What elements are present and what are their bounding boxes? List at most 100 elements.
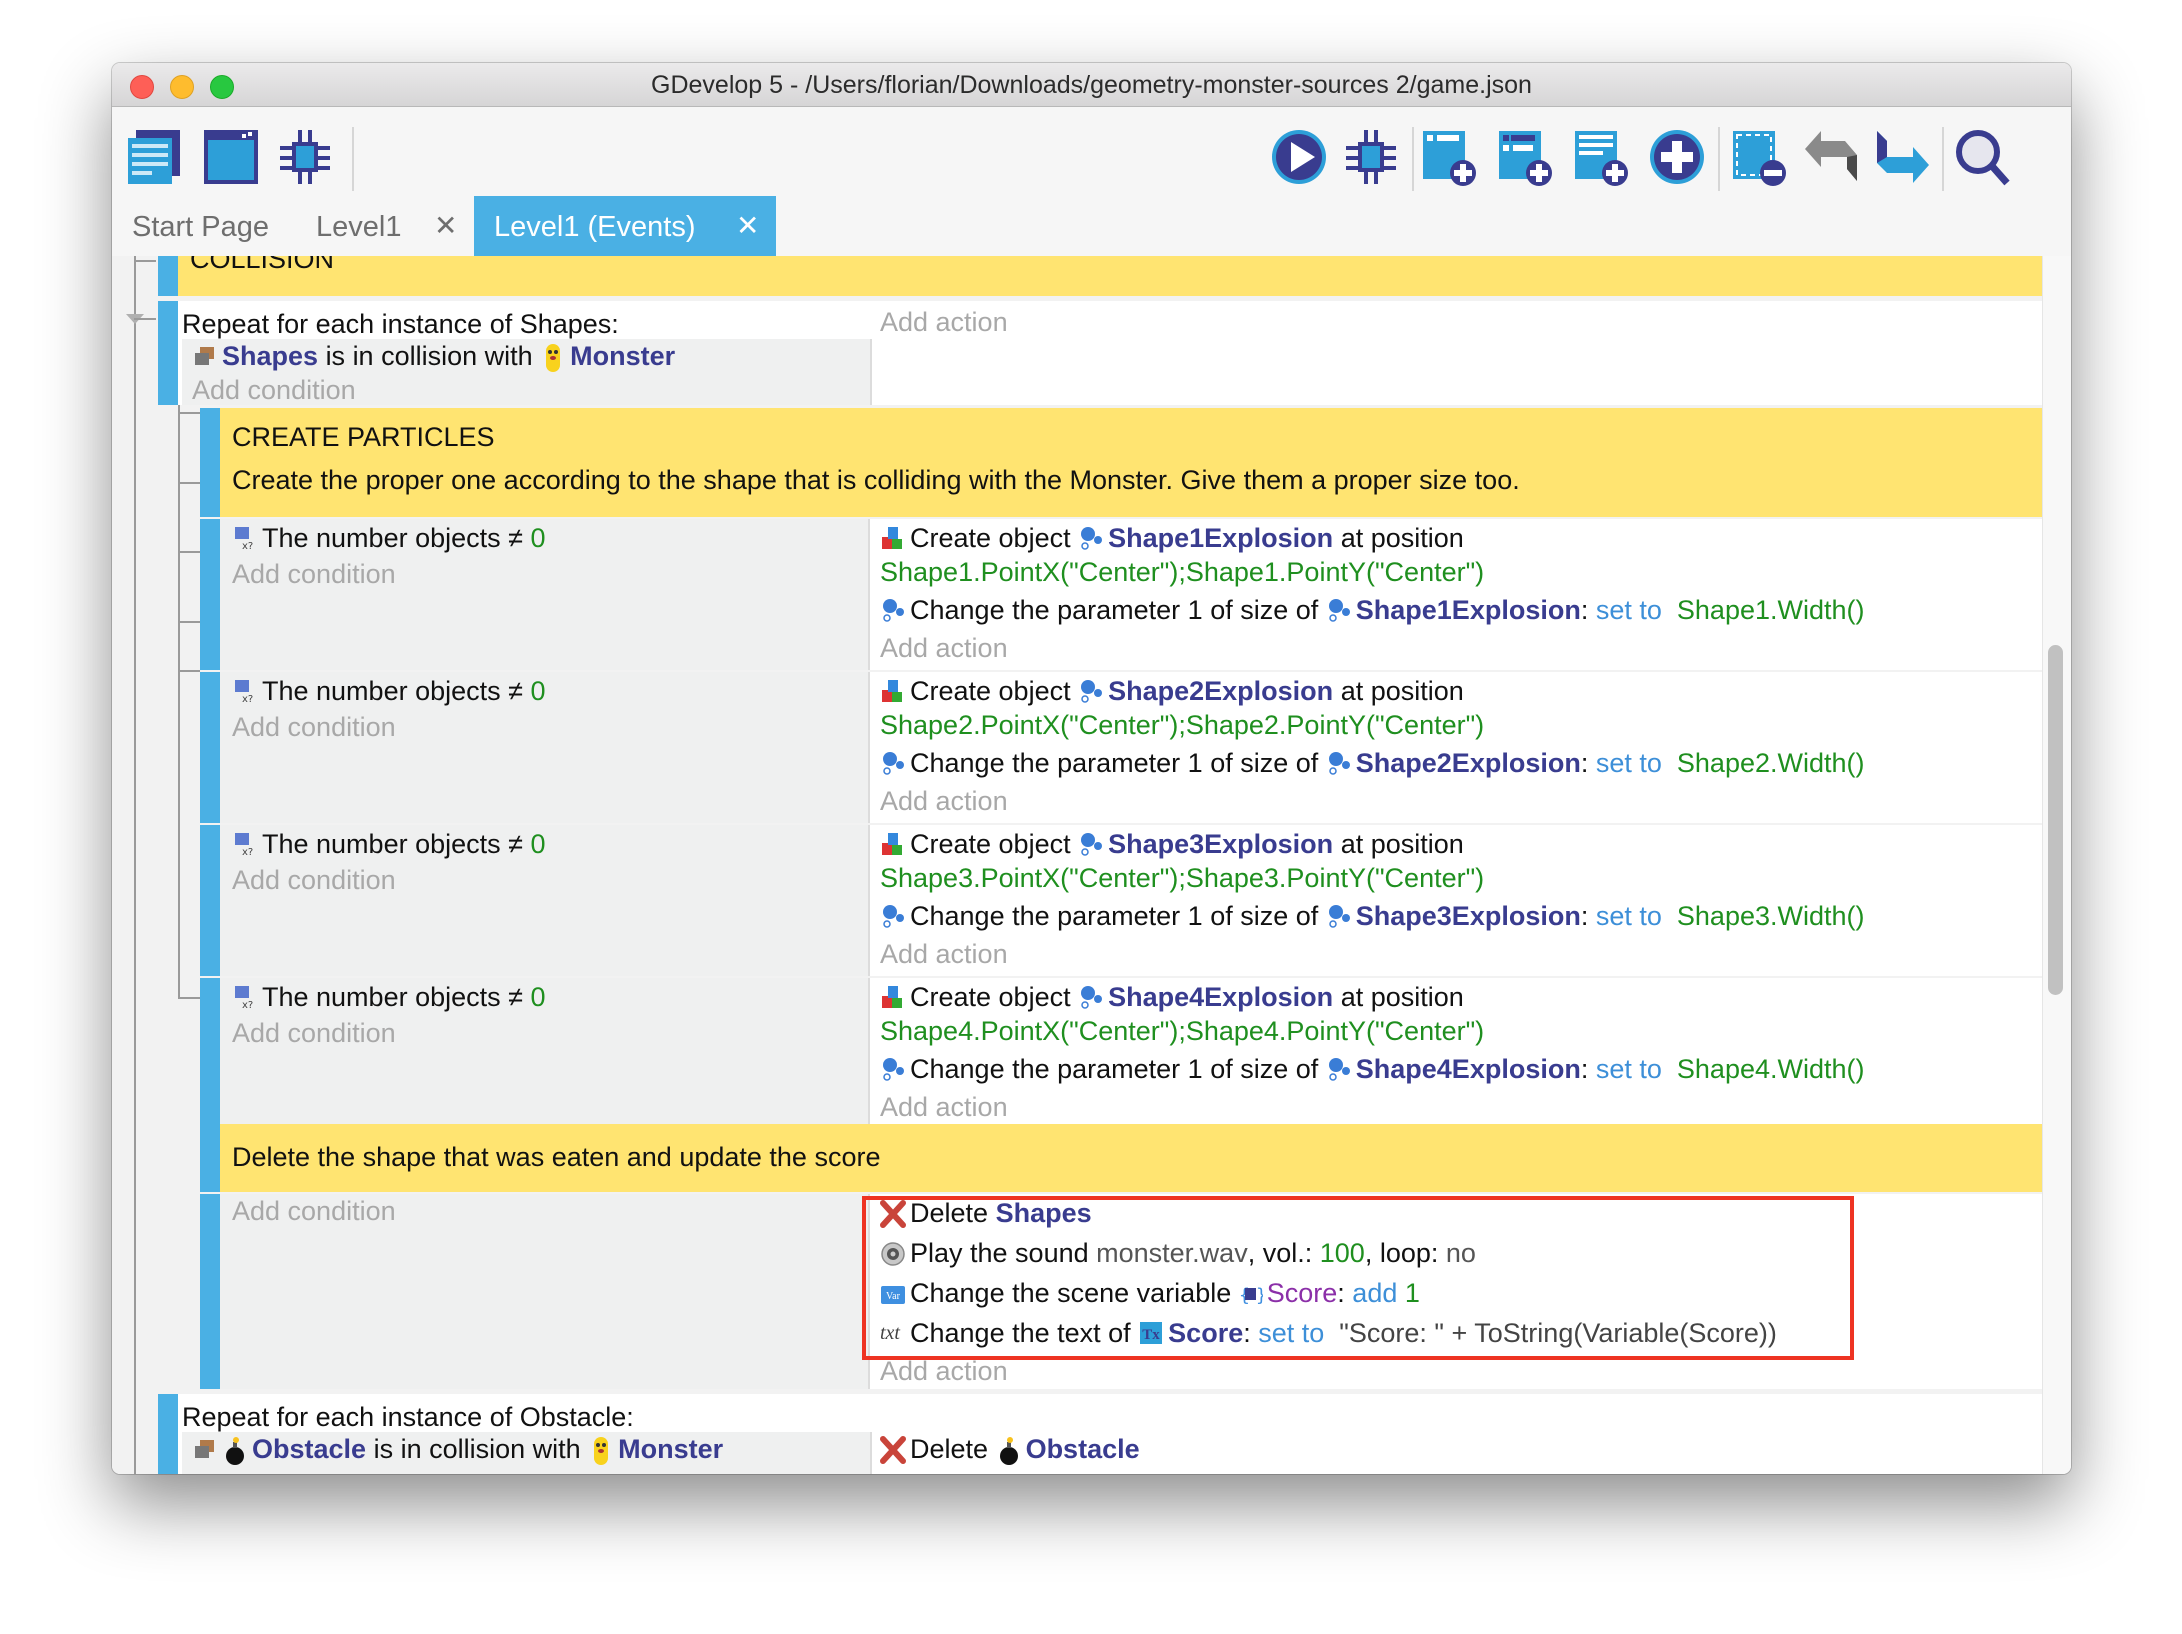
add-condition-link[interactable]: Add condition: [192, 373, 356, 407]
add-condition-link[interactable]: Add condition: [232, 557, 396, 591]
position-expression: Shape2.PointX("Center");Shape2.PointY("C…: [880, 710, 1485, 740]
event-handle[interactable]: [158, 1394, 178, 1474]
event-handle[interactable]: [200, 672, 220, 823]
comment-create-particles[interactable]: CREATE PARTICLES Create the proper one a…: [220, 408, 2042, 517]
event-handle[interactable]: [200, 978, 220, 1129]
vertical-scrollbar[interactable]: [2042, 256, 2071, 1474]
add-other-icon: [1650, 130, 1704, 184]
value: 0: [530, 523, 546, 553]
create-object-icon: [880, 831, 906, 857]
position-expression: Shape3.PointX("Center");Shape3.PointY("C…: [880, 863, 1485, 893]
action-create-object[interactable]: Create object Shape4Explosion at positio…: [880, 980, 1464, 1014]
scrollbar-thumb[interactable]: [2048, 645, 2063, 995]
add-action-link[interactable]: Add action: [880, 305, 1008, 339]
operator: set to: [1595, 1054, 1662, 1084]
debug-preview-button[interactable]: [1340, 126, 1402, 188]
actions-column: Delete Obstacle: [870, 1432, 2042, 1474]
add-action-link[interactable]: Add action: [880, 784, 1008, 818]
bomb-icon: [222, 1436, 248, 1465]
tab-level1-close-button[interactable]: ✕: [434, 196, 457, 256]
add-condition-link[interactable]: Add condition: [232, 1016, 396, 1050]
action-change-size[interactable]: Change the parameter 1 of size of Shape2…: [880, 746, 1865, 780]
tree-line: [178, 997, 200, 999]
monster-icon: [588, 1436, 614, 1465]
event-handle[interactable]: [200, 408, 220, 517]
add-action-link[interactable]: Add action: [880, 631, 1008, 665]
event-handle[interactable]: [200, 1124, 220, 1192]
event-handle[interactable]: [200, 1194, 220, 1389]
object-name: Shape1Explosion: [1355, 595, 1581, 625]
debugger-button[interactable]: [274, 126, 336, 188]
operator: set to: [1595, 595, 1662, 625]
tree-line: [178, 482, 200, 484]
tab-start-page[interactable]: Start Page: [132, 196, 269, 256]
object-name: Obstacle: [1025, 1434, 1140, 1464]
create-object-icon: [880, 678, 906, 704]
condition-object-count[interactable]: x? The number objects ≠ 0: [232, 521, 546, 555]
action-delete-obstacle[interactable]: Delete Obstacle: [880, 1432, 1140, 1466]
event-handle[interactable]: [158, 301, 178, 405]
create-object-icon: [880, 525, 906, 551]
add-event-button[interactable]: [1418, 126, 1480, 188]
action-text: at position: [1340, 829, 1464, 859]
add-other-event-button[interactable]: [1646, 126, 1708, 188]
comment-delete-shape[interactable]: Delete the shape that was eaten and upda…: [220, 1124, 2042, 1192]
action-change-size[interactable]: Change the parameter 1 of size of Shape1…: [880, 593, 1865, 627]
action-create-object[interactable]: Create object Shape2Explosion at positio…: [880, 674, 1464, 708]
add-action-link[interactable]: Add action: [880, 937, 1008, 971]
tab-level1[interactable]: Level1: [316, 196, 401, 256]
svg-text:x?: x?: [242, 694, 253, 704]
particles-icon: [880, 1056, 906, 1082]
tab-level1-events[interactable]: Level1 (Events) ✕: [474, 196, 776, 256]
action-create-object[interactable]: Create object Shape3Explosion at positio…: [880, 827, 1464, 861]
value: 0: [530, 676, 546, 706]
condition-text: The number objects: [262, 523, 501, 553]
expression: Shape2.Width(): [1676, 748, 1865, 778]
toolbar-separator: [352, 127, 354, 191]
object-name: Monster: [570, 341, 676, 371]
add-comment-button[interactable]: [1570, 126, 1632, 188]
object-count-icon: x?: [232, 831, 258, 858]
action-text: Change the parameter 1 of size of: [910, 901, 1319, 931]
condition-collision[interactable]: Shapes is in collision with Monster: [192, 339, 675, 373]
action-create-object[interactable]: Create object Shape1Explosion at positio…: [880, 521, 1464, 555]
condition-object-count[interactable]: x? The number objects ≠ 0: [232, 674, 546, 708]
toolbar-separator: [1718, 127, 1720, 191]
window-title: GDevelop 5 - /Users/florian/Downloads/ge…: [651, 71, 1532, 99]
search-button[interactable]: [1952, 126, 2014, 188]
redo-button[interactable]: [1872, 126, 1934, 188]
action-change-size[interactable]: Change the parameter 1 of size of Shape3…: [880, 899, 1865, 933]
condition-text: is in collision with: [325, 341, 533, 371]
scene-button[interactable]: [200, 126, 262, 188]
action-text: Create object: [910, 676, 1071, 706]
toolbar: [112, 107, 2071, 197]
condition-object-count[interactable]: x? The number objects ≠ 0: [232, 827, 546, 861]
action-change-size[interactable]: Change the parameter 1 of size of Shape4…: [880, 1052, 1865, 1086]
undo-button[interactable]: [1800, 126, 1862, 188]
event-handle[interactable]: [158, 256, 178, 296]
project-manager-button[interactable]: [124, 126, 186, 188]
conditions-column: Add condition: [220, 1194, 870, 1389]
position-expression: Shape1.PointX("Center");Shape1.PointY("C…: [880, 557, 1485, 587]
repeat-header: Repeat for each instance of Obstacle:: [182, 1402, 634, 1432]
condition-object-count[interactable]: x? The number objects ≠ 0: [232, 980, 546, 1014]
condition-collision[interactable]: Obstacle is in collision with Monster: [192, 1432, 723, 1466]
preview-button[interactable]: [1268, 126, 1330, 188]
value: 0: [530, 829, 546, 859]
value: 0: [530, 982, 546, 1012]
action-text: at position: [1340, 676, 1464, 706]
add-action-link[interactable]: Add action: [880, 1090, 1008, 1124]
svg-text:x?: x?: [242, 1000, 253, 1010]
conditions-column: Obstacle is in collision with Monster: [182, 1432, 870, 1474]
tab-level1-events-close-button[interactable]: ✕: [736, 196, 759, 256]
event-handle[interactable]: [200, 519, 220, 670]
expression: Shape1.Width(): [1676, 595, 1865, 625]
add-subevent-button[interactable]: [1494, 126, 1556, 188]
event-handle[interactable]: [200, 825, 220, 976]
comment-collision[interactable]: COLLISION: [178, 256, 2042, 296]
delete-selection-button[interactable]: [1728, 126, 1790, 188]
add-condition-link[interactable]: Add condition: [232, 863, 396, 897]
add-condition-link[interactable]: Add condition: [232, 1194, 396, 1228]
events-sheet: COLLISION Repeat for each instance of Sh…: [112, 256, 2042, 1474]
add-condition-link[interactable]: Add condition: [232, 710, 396, 744]
